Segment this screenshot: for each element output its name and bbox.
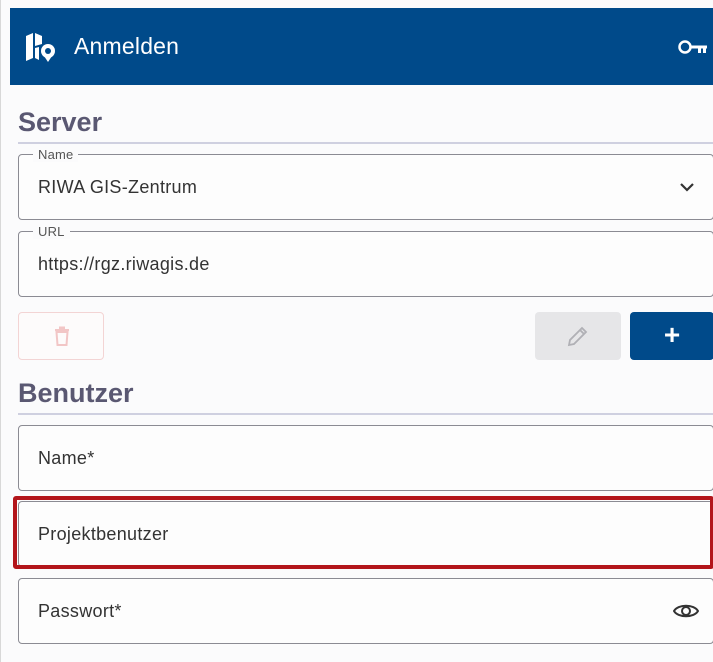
map-pin-icon [26,33,55,62]
chevron-down-icon[interactable] [679,179,695,195]
highlight-box [13,496,713,569]
server-url-label: URL [33,224,70,239]
page-title: Anmelden [74,33,180,59]
server-name-label: Name [33,147,79,162]
username-input[interactable]: Name* [18,425,713,491]
password-input[interactable]: Passwort* [18,578,713,644]
login-screen: Anmelden Server Name RIWA GIS-Zentrum UR… [0,0,713,662]
app-header: Anmelden [10,8,713,85]
key-icon[interactable] [678,38,708,56]
user-section-title: Benutzer [18,378,134,408]
server-name-select[interactable]: Name RIWA GIS-Zentrum [18,147,713,220]
server-url-value: https://rgz.riwagis.de [38,254,210,274]
add-button-label: + [663,319,681,350]
add-server-button[interactable]: + [630,312,713,360]
edit-server-button[interactable] [535,312,621,360]
divider [18,142,713,144]
divider [18,413,713,415]
username-placeholder: Name* [38,448,95,468]
server-name-value: RIWA GIS-Zentrum [38,177,198,197]
pencil-icon [567,326,588,347]
server-section-title: Server [18,107,103,137]
delete-server-button[interactable] [18,312,104,360]
trash-icon [55,326,69,346]
eye-icon[interactable] [673,601,699,621]
password-placeholder: Passwort* [38,601,122,621]
server-url-field[interactable]: URL https://rgz.riwagis.de [18,224,713,297]
